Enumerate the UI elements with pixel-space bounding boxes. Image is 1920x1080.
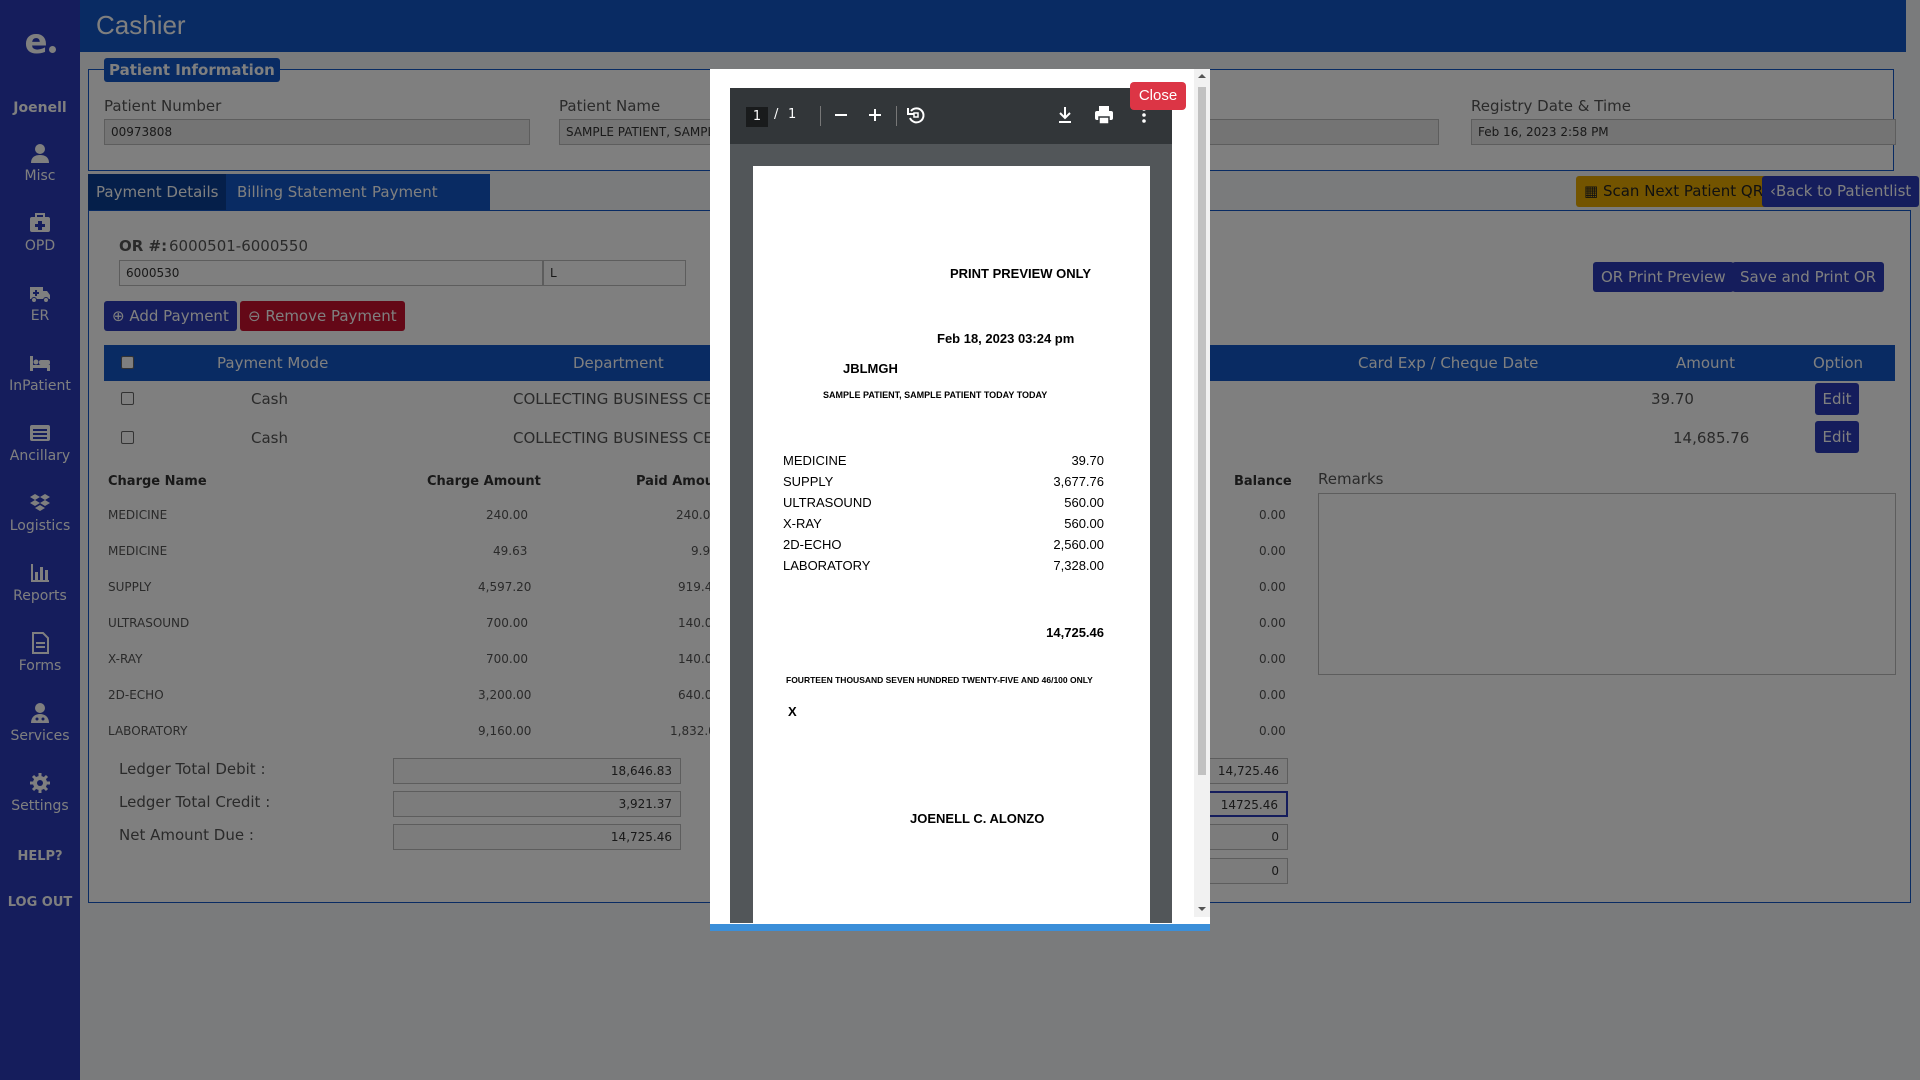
receipt-facility: JBLMGH bbox=[843, 361, 898, 376]
receipt-amount-in-words: FOURTEEN THOUSAND SEVEN HUNDRED TWENTY-F… bbox=[786, 675, 1093, 685]
receipt-item-amount: 39.70 bbox=[1071, 453, 1104, 468]
toolbar-divider bbox=[896, 106, 897, 126]
modal-scrollbar[interactable] bbox=[1194, 69, 1210, 917]
receipt-item-name: X-RAY bbox=[783, 516, 822, 531]
close-button[interactable]: Close bbox=[1130, 82, 1186, 110]
receipt-item-amount: 3,677.76 bbox=[1053, 474, 1104, 489]
receipt-total: 14,725.46 bbox=[1046, 625, 1104, 640]
receipt-item-amount: 7,328.00 bbox=[1053, 558, 1104, 573]
zoom-in-icon[interactable] bbox=[864, 104, 886, 126]
receipt-item-amount: 560.00 bbox=[1064, 516, 1104, 531]
receipt-header: PRINT PREVIEW ONLY bbox=[950, 266, 1092, 281]
print-preview-modal: 1 / 1 PRINT PREVIEW ONLY Feb 18, 2023 03… bbox=[710, 69, 1210, 931]
receipt-item-name: SUPPLY bbox=[783, 474, 834, 489]
receipt-item-name: ULTRASOUND bbox=[783, 495, 872, 510]
receipt-item-amount: 560.00 bbox=[1064, 495, 1104, 510]
page-number-input[interactable]: 1 bbox=[746, 107, 768, 127]
receipt-patient: SAMPLE PATIENT, SAMPLE PATIENT TODAY TOD… bbox=[823, 390, 1048, 400]
receipt-mark: X bbox=[788, 704, 797, 719]
toolbar-divider bbox=[820, 106, 821, 126]
pdf-toolbar: 1 / 1 bbox=[730, 88, 1172, 144]
page-total: 1 bbox=[788, 107, 797, 122]
receipt-item-amount: 2,560.00 bbox=[1053, 537, 1104, 552]
download-icon[interactable] bbox=[1054, 104, 1076, 126]
scroll-thumb[interactable] bbox=[1198, 87, 1206, 775]
modal-footer-bar bbox=[710, 924, 1210, 931]
receipt-item-name: 2D-ECHO bbox=[783, 537, 842, 552]
receipt-item-name: LABORATORY bbox=[783, 558, 871, 573]
rotate-icon[interactable] bbox=[905, 104, 927, 126]
page-separator: / bbox=[774, 107, 779, 122]
receipt-page: PRINT PREVIEW ONLY Feb 18, 2023 03:24 pm… bbox=[753, 166, 1150, 923]
pdf-viewer: 1 / 1 PRINT PREVIEW ONLY Feb 18, 2023 03… bbox=[730, 88, 1172, 923]
receipt-cashier: JOENELL C. ALONZO bbox=[910, 811, 1045, 826]
receipt-date: Feb 18, 2023 03:24 pm bbox=[937, 331, 1075, 346]
zoom-out-icon[interactable] bbox=[830, 104, 852, 126]
scroll-up-icon[interactable] bbox=[1198, 72, 1206, 80]
print-icon[interactable] bbox=[1093, 104, 1115, 126]
receipt-item-name: MEDICINE bbox=[783, 453, 847, 468]
scroll-down-icon[interactable] bbox=[1198, 905, 1206, 913]
